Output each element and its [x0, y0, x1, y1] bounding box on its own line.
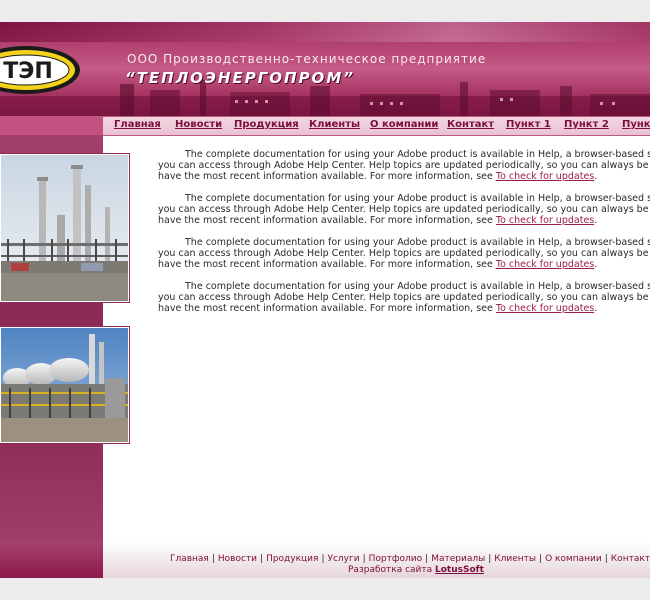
gas-processing-photo — [0, 327, 129, 443]
footer-separator: | — [211, 554, 215, 564]
developer-link[interactable]: LotusSoft — [435, 565, 484, 575]
content-paragraph: The complete documentation for using you… — [158, 149, 650, 182]
nav-item-contact[interactable]: Контакт — [447, 119, 494, 130]
paragraph-line: have the most recent information availab… — [158, 215, 650, 226]
gas-processing-photo-icon — [1, 328, 128, 442]
paragraph-end: . — [594, 171, 598, 182]
footer-separator: | — [488, 554, 492, 564]
paragraph-text: have the most recent information availab… — [158, 259, 496, 270]
footer-link[interactable]: Материалы — [431, 554, 485, 564]
paragraph-text: have the most recent information availab… — [158, 215, 496, 226]
paragraph-line: have the most recent information availab… — [158, 303, 650, 314]
content-paragraph: The complete documentation for using you… — [158, 193, 650, 226]
nav-item-home[interactable]: Главная — [114, 119, 161, 130]
paragraph-line: you can access through Adobe Help Center… — [158, 204, 650, 215]
footer-link[interactable]: Портфолио — [369, 554, 423, 564]
check-updates-link[interactable]: To check for updates — [496, 215, 594, 226]
main-content: The complete documentation for using you… — [158, 149, 650, 325]
check-updates-link[interactable]: To check for updates — [496, 171, 594, 182]
nav-item-point2[interactable]: Пункт 2 — [564, 119, 609, 130]
paragraph-line: you can access through Adobe Help Center… — [158, 160, 650, 171]
footer-separator: | — [425, 554, 429, 564]
footer-link[interactable]: Контакт — [611, 554, 650, 564]
footer-link[interactable]: Продукция — [266, 554, 318, 564]
footer-link[interactable]: Клиенты — [494, 554, 536, 564]
nav-left-fill — [0, 117, 103, 135]
nav-item-clients[interactable]: Клиенты — [309, 119, 360, 130]
company-name: “ТЕПЛОЭНЕРГОПРОМ” — [125, 69, 355, 87]
paragraph-line: have the most recent information availab… — [158, 259, 650, 270]
logo-text: ТЭП — [3, 59, 53, 84]
footer-link[interactable]: О компании — [545, 554, 602, 564]
paragraph-end: . — [594, 259, 598, 270]
footer-separator: | — [604, 554, 608, 564]
developer-credit-prefix: Разработка сайта — [348, 565, 435, 575]
paragraph-text: have the most recent information availab… — [158, 171, 496, 182]
footer-separator: | — [362, 554, 366, 564]
footer-navigation: Главная | Новости | Продукция | Услуги | Портфол… — [0, 554, 650, 564]
paragraph-end: . — [594, 215, 598, 226]
industrial-plant-photo — [0, 154, 129, 302]
nav-item-point3[interactable]: Пункт — [622, 119, 650, 130]
site-header: ТЭП ООО Производственно-техническое пред… — [0, 22, 650, 116]
page: ТЭП ООО Производственно-техническое пред… — [0, 22, 650, 578]
footer-separator: | — [260, 554, 264, 564]
footer-separator: | — [321, 554, 325, 564]
company-logo[interactable]: ТЭП — [0, 44, 82, 96]
paragraph-text: have the most recent information availab… — [158, 303, 496, 314]
logo-emblem-icon: ТЭП — [0, 46, 80, 94]
paragraph-end: . — [594, 303, 598, 314]
content-paragraph: The complete documentation for using you… — [158, 237, 650, 270]
nav-item-news[interactable]: Новости — [175, 119, 222, 130]
paragraph-line: The complete documentation for using you… — [185, 281, 650, 292]
company-subtitle: ООО Производственно-техническое предприя… — [127, 52, 487, 66]
check-updates-link[interactable]: To check for updates — [496, 259, 594, 270]
nav-item-about[interactable]: О компании — [370, 119, 438, 130]
content-paragraph: The complete documentation for using you… — [158, 281, 650, 314]
paragraph-line: The complete documentation for using you… — [185, 193, 650, 204]
industrial-plant-photo-icon — [1, 155, 128, 301]
paragraph-line: you can access through Adobe Help Center… — [158, 248, 650, 259]
paragraph-line: have the most recent information availab… — [158, 171, 650, 182]
footer-separator: | — [539, 554, 543, 564]
paragraph-line: The complete documentation for using you… — [185, 237, 650, 248]
nav-item-point1[interactable]: Пункт 1 — [506, 119, 551, 130]
paragraph-line: you can access through Adobe Help Center… — [158, 292, 650, 303]
paragraph-line: The complete documentation for using you… — [185, 149, 650, 160]
nav-item-products[interactable]: Продукция — [234, 119, 299, 130]
main-navigation: Главная Новости Продукция Клиенты О комп… — [0, 116, 650, 136]
header-band — [0, 22, 650, 42]
footer-link[interactable]: Новости — [218, 554, 257, 564]
footer-link[interactable]: Главная — [170, 554, 209, 564]
footer-link[interactable]: Услуги — [327, 554, 359, 564]
developer-credit: Разработка сайта LotusSoft — [348, 565, 484, 575]
check-updates-link[interactable]: To check for updates — [496, 303, 594, 314]
